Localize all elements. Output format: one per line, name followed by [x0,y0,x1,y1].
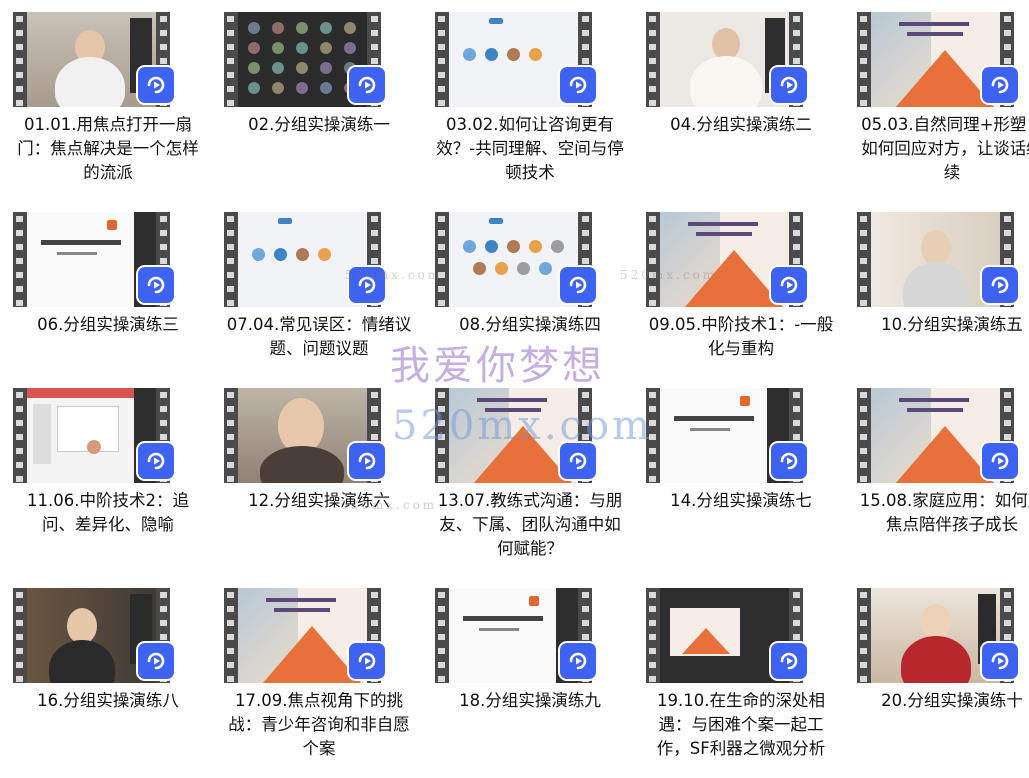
play-icon[interactable] [771,67,807,103]
film-strip-left [224,588,238,683]
film-strip-left [857,212,871,307]
video-frame [871,388,1000,483]
play-icon[interactable] [771,643,807,679]
video-title[interactable]: 20.分组实操演练十 [857,689,1029,713]
watermark-domain: 520mx.com [392,403,653,449]
film-strip-left [857,388,871,483]
video-title[interactable]: 15.08.家庭应用：如何用焦点陪伴孩子成长 [857,489,1029,537]
watermark-small-3: 520mx.com [620,268,718,282]
video-title[interactable]: 17.09.焦点视角下的挑战：青少年咨询和非自愿个案 [224,689,414,761]
video-title[interactable]: 14.分组实操演练七 [646,489,836,513]
video-title[interactable]: 18.分组实操演练九 [435,689,625,713]
video-frame [871,12,1000,107]
video-frame [871,588,1000,683]
film-strip-left [13,588,27,683]
video-frame [660,12,789,107]
film-strip-left [646,588,660,683]
watermark-small-1: 520mx.com [345,268,443,282]
film-strip-left [13,212,27,307]
video-title[interactable]: 06.分组实操演练三 [13,313,203,337]
play-icon[interactable] [349,443,385,479]
video-frame [27,12,156,107]
film-strip-left [224,212,238,307]
play-icon[interactable] [138,67,174,103]
play-icon[interactable] [138,443,174,479]
film-strip-left [435,588,449,683]
play-icon[interactable] [349,643,385,679]
video-frame [238,388,367,483]
video-frame [27,212,156,307]
play-icon[interactable] [771,267,807,303]
video-frame [449,588,578,683]
play-icon[interactable] [560,67,596,103]
video-title[interactable]: 01.01.用焦点打开一扇门：焦点解决是一个怎样的流派 [13,113,203,185]
play-icon[interactable] [560,643,596,679]
film-strip-left [224,12,238,107]
video-frame [238,12,367,107]
video-title[interactable]: 05.03.自然同理+形塑：如何回应对方，让谈话继续 [857,113,1029,185]
film-strip-left [224,388,238,483]
video-frame [660,588,789,683]
video-frame [27,388,156,483]
video-frame [660,212,789,307]
video-frame [660,388,789,483]
film-strip-left [13,12,27,107]
play-icon[interactable] [560,267,596,303]
film-strip-left [646,12,660,107]
play-icon[interactable] [982,443,1018,479]
video-frame [449,12,578,107]
film-strip-left [857,588,871,683]
video-title[interactable]: 10.分组实操演练五 [857,313,1029,337]
video-frame [449,212,578,307]
video-title[interactable]: 04.分组实操演练二 [646,113,836,137]
video-title[interactable]: 13.07.教练式沟通：与朋友、下属、团队沟通中如何赋能？ [435,489,625,561]
film-strip-left [435,212,449,307]
film-strip-left [13,388,27,483]
video-title[interactable]: 19.10.在生命的深处相遇：与困难个案一起工作，SF利器之微观分析 [646,689,836,761]
video-frame [27,588,156,683]
video-title[interactable]: 16.分组实操演练八 [13,689,203,713]
video-title[interactable]: 02.分组实操演练一 [224,113,414,137]
video-frame [238,212,367,307]
play-icon[interactable] [982,643,1018,679]
video-title[interactable]: 11.06.中阶技术2：追问、差异化、隐喻 [13,489,203,537]
watermark-small-2: 520mx.com [340,498,438,512]
play-icon[interactable] [771,443,807,479]
play-icon[interactable] [982,67,1018,103]
video-title[interactable]: 09.05.中阶技术1：-一般化与重构 [646,313,836,361]
watermark-chinese: 我爱你梦想 [390,343,605,389]
video-title[interactable]: 03.02.如何让咨询更有效？-共同理解、空间与停顿技术 [435,113,625,185]
play-icon[interactable] [138,267,174,303]
film-strip-left [857,12,871,107]
video-frame [238,588,367,683]
play-icon[interactable] [982,267,1018,303]
video-frame [871,212,1000,307]
play-icon[interactable] [138,643,174,679]
play-icon[interactable] [349,67,385,103]
film-strip-left [646,212,660,307]
video-title[interactable]: 07.04.常见误区：情绪议题、问题议题 [224,313,414,361]
film-strip-left [435,12,449,107]
